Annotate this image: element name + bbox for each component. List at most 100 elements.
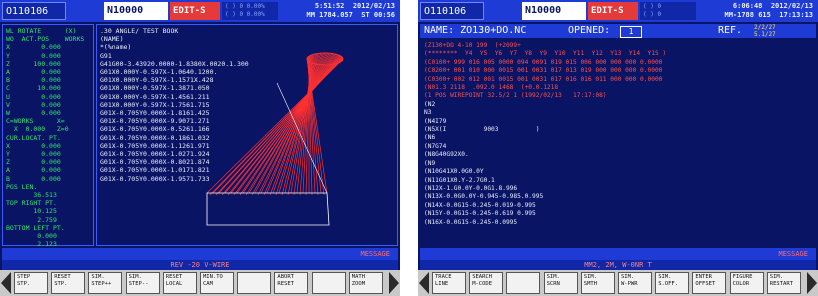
opened-label: OPENED: xyxy=(568,25,611,36)
position-line: X 0.000 xyxy=(6,141,61,150)
code-line: (N6 xyxy=(424,134,436,142)
simulation-panel: .30 ANGLE/ TEST BOOK (NAME) *(%name) G91 G41… xyxy=(96,24,398,246)
position-line: Z 100.000 xyxy=(6,59,61,68)
position-line: C 10.000 xyxy=(6,84,61,93)
code-line: (N4I79 xyxy=(424,117,447,125)
softkey-6[interactable]: SIM. W-PWR xyxy=(618,272,652,294)
status-header: O110106 N10000 EDIT-S ( ) 0 ( ) 0 6:06:4… xyxy=(418,0,818,22)
softkey-1[interactable]: STEP STP. xyxy=(14,272,48,294)
code-line: (N16X-0.0G15-0.245-0.0995 xyxy=(424,218,518,226)
softkey-4[interactable]: SIM. SCRN xyxy=(543,272,578,294)
softkey-5[interactable]: RESET LOCAL xyxy=(162,272,197,294)
code-line: (N12X-1.G0.0Y-0.0G1.8.996 xyxy=(424,184,518,192)
code-line: (N5X(I 9003 ) xyxy=(424,126,540,134)
ref-label: REF. xyxy=(718,25,743,36)
softkey-3[interactable]: SIM. STEP++ xyxy=(88,272,123,294)
softkey-3[interactable] xyxy=(506,272,541,294)
time-readout: 5:51:52 xyxy=(314,2,345,10)
date-readout: 2012/02/13 xyxy=(352,2,395,10)
softkey-8[interactable]: ENTER OFFSET xyxy=(692,272,727,294)
position-line: 0.000 xyxy=(6,232,57,241)
softkey-1[interactable]: TRACE LINE xyxy=(432,272,466,294)
wire-path-segment xyxy=(236,54,338,194)
softkey-9[interactable] xyxy=(311,272,346,294)
alarm-line-1: ( ) 0 xyxy=(643,3,662,10)
code-line: (N11G01X0.Y-2.7G0.1 xyxy=(424,176,495,184)
code-line: (Z130+DO 4-10 199 (+2099+ xyxy=(424,42,521,49)
clock-panel: 5:51:52 2012/02/13 MM 1784.057 ST 00:56 xyxy=(282,2,398,20)
position-line: TOP RIGHT PT. xyxy=(6,199,57,208)
message-bar: MESSAGE xyxy=(420,248,816,260)
code-line: (N10G41X0.0G0.0Y xyxy=(424,168,484,176)
code-line: (N9 xyxy=(424,159,436,167)
arrow-left-icon[interactable] xyxy=(419,272,429,294)
code-line: (C0200+ 001 010 000 0015 001 0031 017 01… xyxy=(424,67,663,75)
position-line: X 0.000 xyxy=(6,43,61,52)
ref-value: 2/2/27 5.1/27 xyxy=(754,24,776,38)
softkey-2[interactable]: RESET STP. xyxy=(51,272,86,294)
alarm-line-1: ( ) 0 0.00% xyxy=(225,3,265,10)
position-line: U 0.000 xyxy=(6,92,61,101)
position-line: 2.759 xyxy=(6,215,57,224)
softkey-9[interactable]: FIGURE COLOR xyxy=(729,272,764,294)
arrow-left-icon[interactable] xyxy=(1,272,11,294)
status-header: O110106 N10000 EDIT-S ( ) 0 0.00% ( ) 0 … xyxy=(0,0,400,22)
status-bar: REV -20 V-WIRE xyxy=(2,260,398,270)
position-line: B 0.000 xyxy=(6,174,61,183)
code-line: (N2 xyxy=(424,100,436,108)
clock-panel: 6:06:48 2012/02/13 MM-1788 615 17:13:13 xyxy=(700,2,816,20)
position-text: WL ROTATE (X) WO ACT.POS WORKS X 0.000 Y 0.… xyxy=(3,25,93,275)
softkey-2[interactable]: SEARCH M-CODE xyxy=(469,272,504,294)
position-readout: ST 00:56 xyxy=(361,11,395,19)
position-panel: WL ROTATE (X) WO ACT.POS WORKS X 0.000 Y 0.… xyxy=(2,24,94,273)
softkey-bar: TRACE LINE SEARCH M-CODE SIM. SCRN SIM. SMT… xyxy=(418,270,818,296)
mode-indicator: EDIT-S xyxy=(170,2,220,20)
softkey-10[interactable]: SIM. RESTART xyxy=(766,272,801,294)
opened-count[interactable]: 1 xyxy=(620,26,642,38)
softkey-7[interactable] xyxy=(237,272,272,294)
arrow-right-icon[interactable] xyxy=(807,272,817,294)
code-line: (N8G40G92X0. xyxy=(424,151,469,159)
program-editor[interactable]: (Z130+DO 4-10 199 (+2099+ (******** Y4 Y5… xyxy=(420,40,816,246)
date-readout: 2012/02/13 xyxy=(770,2,813,10)
message-bar: MESSAGE xyxy=(2,248,398,260)
softkey-bar: STEP STP. RESET STP. SIM. STEP++ SIM. STEP-… xyxy=(0,270,400,296)
position-line: V 0.000 xyxy=(6,100,61,109)
alarm-line-2: ( ) 0 0.00% xyxy=(225,11,265,18)
code-line: (C0100+ 999 016 005 0000 094 0091 019 01… xyxy=(424,58,663,66)
code-line: (N15Y-0.0G15-0.245-0.619 0.995 xyxy=(424,210,536,218)
position-line: BOTTOM LEFT PT. xyxy=(6,223,65,232)
status-text: MM2, 2M, W-0NR T xyxy=(584,261,652,269)
position-line: 10.125 xyxy=(6,207,57,216)
position-line: CUR.LOCAT. PT. xyxy=(6,133,61,142)
cnc-screen-left: O110106 N10000 EDIT-S ( ) 0 0.00% ( ) 0 … xyxy=(0,0,400,296)
position-line: PGS LEN. xyxy=(6,182,38,191)
softkey-8[interactable]: ABORT RESET xyxy=(274,272,309,294)
softkey-10[interactable]: MATH ZOOM xyxy=(348,272,383,294)
message-label: MESSAGE xyxy=(360,250,390,258)
softkey-4[interactable]: SIM. STEP-- xyxy=(125,272,160,294)
program-number: O110106 xyxy=(2,2,66,20)
code-line: (N14X-0.0G15-0.245-0.019-0.995 xyxy=(424,201,536,209)
code-line: (******** Y4 Y5 Y6 Y7 Y8 Y9 Y10 Y11 Y12 … xyxy=(424,50,667,58)
position-readout: 17:13:13 xyxy=(779,11,813,19)
position-line: W 0.000 xyxy=(6,109,61,118)
file-title-bar: NAME: ZO130+DO.NC OPENED: 1 REF. 2/2/27 … xyxy=(420,24,816,38)
softkey-6[interactable]: MIN.TO CAM xyxy=(200,272,234,294)
code-line: N3 xyxy=(424,109,432,117)
position-line: A 0.000 xyxy=(6,68,61,77)
softkey-7[interactable]: SIM. S.OFF. xyxy=(655,272,690,294)
position-line: Y 0.000 xyxy=(6,150,61,159)
code-line: (N01.3 2118 .092.0 1468 (+0.0.1218 xyxy=(424,84,559,92)
arrow-right-icon[interactable] xyxy=(389,272,399,294)
file-name: NAME: ZO130+DO.NC xyxy=(424,25,527,36)
alarm-indicator: ( ) 0 0.00% ( ) 0 0.00% xyxy=(222,2,278,20)
softkey-5[interactable]: SIM. SMTH xyxy=(580,272,615,294)
position-line: X 0.000 Z=0 xyxy=(6,125,69,134)
position-line: 36.513 xyxy=(6,191,57,200)
position-line: A 0.000 xyxy=(6,166,61,175)
wire-path-segment xyxy=(248,53,334,194)
alarm-line-2: ( ) 0 xyxy=(643,11,662,18)
position-line: WL ROTATE (X) xyxy=(6,27,77,35)
wire-path-plot xyxy=(206,52,344,226)
